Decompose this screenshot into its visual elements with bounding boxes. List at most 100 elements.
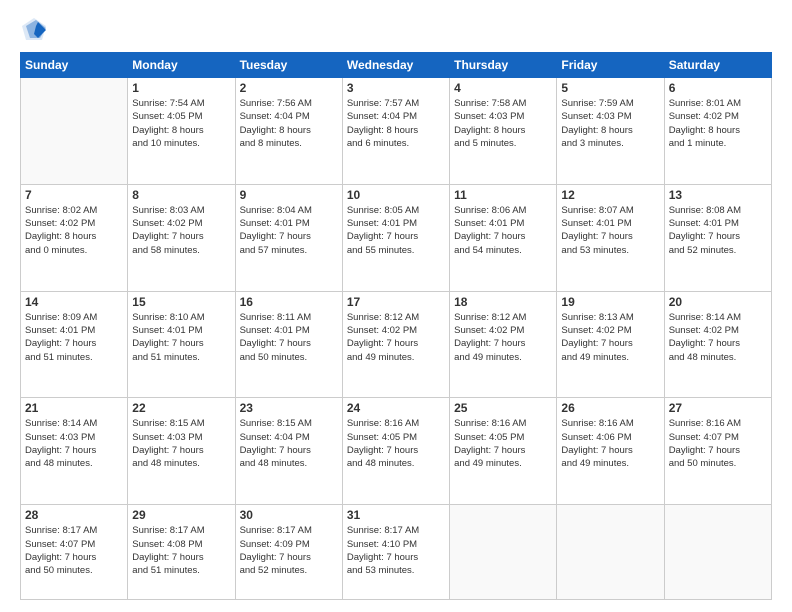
- day-info: Sunrise: 7:56 AMSunset: 4:04 PMDaylight:…: [240, 97, 338, 150]
- day-number: 19: [561, 295, 659, 309]
- day-number: 14: [25, 295, 123, 309]
- day-number: 25: [454, 401, 552, 415]
- day-info: Sunrise: 7:59 AMSunset: 4:03 PMDaylight:…: [561, 97, 659, 150]
- day-number: 7: [25, 188, 123, 202]
- calendar-cell: 28 Sunrise: 8:17 AMSunset: 4:07 PMDayligh…: [21, 505, 128, 600]
- calendar-cell: 15 Sunrise: 8:10 AMSunset: 4:01 PMDayligh…: [128, 291, 235, 398]
- day-number: 5: [561, 81, 659, 95]
- calendar-cell: 30Sunrise: 8:17 AMSunset: 4:09 PMDayligh…: [235, 505, 342, 600]
- weekday-sunday: Sunday: [21, 53, 128, 78]
- calendar-cell: 13 Sunrise: 8:08 AMSunset: 4:01 PMDayligh…: [664, 184, 771, 291]
- calendar-cell: 16 Sunrise: 8:11 AMSunset: 4:01 PMDayligh…: [235, 291, 342, 398]
- day-number: 1: [132, 81, 230, 95]
- day-info: Sunrise: 8:12 AMSunset: 4:02 PMDaylight:…: [347, 311, 445, 364]
- day-info: Sunrise: 8:09 AMSunset: 4:01 PMDaylight:…: [25, 311, 123, 364]
- week-row-3: 14 Sunrise: 8:09 AMSunset: 4:01 PMDayligh…: [21, 291, 772, 398]
- day-info: Sunrise: 7:54 AMSunset: 4:05 PMDaylight:…: [132, 97, 230, 150]
- calendar-cell: [450, 505, 557, 600]
- calendar-cell: 4 Sunrise: 7:58 AMSunset: 4:03 PMDaylight…: [450, 78, 557, 185]
- calendar-cell: 3Sunrise: 7:57 AMSunset: 4:04 PMDaylight…: [342, 78, 449, 185]
- day-info: Sunrise: 8:05 AMSunset: 4:01 PMDaylight:…: [347, 204, 445, 257]
- day-number: 28: [25, 508, 123, 522]
- weekday-wednesday: Wednesday: [342, 53, 449, 78]
- header: [20, 16, 772, 44]
- day-number: 20: [669, 295, 767, 309]
- calendar-page: SundayMondayTuesdayWednesdayThursdayFrid…: [0, 0, 792, 612]
- week-row-5: 28 Sunrise: 8:17 AMSunset: 4:07 PMDayligh…: [21, 505, 772, 600]
- weekday-friday: Friday: [557, 53, 664, 78]
- day-info: Sunrise: 8:17 AMSunset: 4:08 PMDaylight:…: [132, 524, 230, 577]
- day-info: Sunrise: 8:17 AMSunset: 4:07 PMDaylight:…: [25, 524, 123, 577]
- day-number: 3: [347, 81, 445, 95]
- calendar-cell: 1 Sunrise: 7:54 AMSunset: 4:05 PMDaylight…: [128, 78, 235, 185]
- day-number: 10: [347, 188, 445, 202]
- week-row-2: 7 Sunrise: 8:02 AMSunset: 4:02 PMDaylight…: [21, 184, 772, 291]
- calendar-cell: 22 Sunrise: 8:15 AMSunset: 4:03 PMDayligh…: [128, 398, 235, 505]
- day-info: Sunrise: 8:16 AMSunset: 4:06 PMDaylight:…: [561, 417, 659, 470]
- calendar-cell: [664, 505, 771, 600]
- day-number: 27: [669, 401, 767, 415]
- day-number: 15: [132, 295, 230, 309]
- day-number: 13: [669, 188, 767, 202]
- day-number: 22: [132, 401, 230, 415]
- weekday-header-row: SundayMondayTuesdayWednesdayThursdayFrid…: [21, 53, 772, 78]
- day-info: Sunrise: 8:14 AMSunset: 4:03 PMDaylight:…: [25, 417, 123, 470]
- weekday-monday: Monday: [128, 53, 235, 78]
- calendar-cell: 5 Sunrise: 7:59 AMSunset: 4:03 PMDaylight…: [557, 78, 664, 185]
- day-info: Sunrise: 8:15 AMSunset: 4:03 PMDaylight:…: [132, 417, 230, 470]
- calendar-cell: 18 Sunrise: 8:12 AMSunset: 4:02 PMDayligh…: [450, 291, 557, 398]
- day-number: 31: [347, 508, 445, 522]
- day-number: 23: [240, 401, 338, 415]
- calendar-cell: 25Sunrise: 8:16 AMSunset: 4:05 PMDayligh…: [450, 398, 557, 505]
- weekday-tuesday: Tuesday: [235, 53, 342, 78]
- calendar-cell: 19 Sunrise: 8:13 AMSunset: 4:02 PMDayligh…: [557, 291, 664, 398]
- calendar-cell: 9Sunrise: 8:04 AMSunset: 4:01 PMDaylight…: [235, 184, 342, 291]
- week-row-4: 21Sunrise: 8:14 AMSunset: 4:03 PMDayligh…: [21, 398, 772, 505]
- day-info: Sunrise: 8:08 AMSunset: 4:01 PMDaylight:…: [669, 204, 767, 257]
- weekday-saturday: Saturday: [664, 53, 771, 78]
- day-number: 17: [347, 295, 445, 309]
- day-number: 4: [454, 81, 552, 95]
- calendar-table: SundayMondayTuesdayWednesdayThursdayFrid…: [20, 52, 772, 600]
- day-info: Sunrise: 8:17 AMSunset: 4:10 PMDaylight:…: [347, 524, 445, 577]
- day-info: Sunrise: 8:03 AMSunset: 4:02 PMDaylight:…: [132, 204, 230, 257]
- day-number: 26: [561, 401, 659, 415]
- week-row-1: 1 Sunrise: 7:54 AMSunset: 4:05 PMDaylight…: [21, 78, 772, 185]
- calendar-cell: 2Sunrise: 7:56 AMSunset: 4:04 PMDaylight…: [235, 78, 342, 185]
- day-info: Sunrise: 8:15 AMSunset: 4:04 PMDaylight:…: [240, 417, 338, 470]
- day-info: Sunrise: 8:13 AMSunset: 4:02 PMDaylight:…: [561, 311, 659, 364]
- day-number: 9: [240, 188, 338, 202]
- logo: [20, 16, 52, 44]
- day-number: 24: [347, 401, 445, 415]
- day-info: Sunrise: 7:58 AMSunset: 4:03 PMDaylight:…: [454, 97, 552, 150]
- day-number: 18: [454, 295, 552, 309]
- calendar-cell: 20Sunrise: 8:14 AMSunset: 4:02 PMDayligh…: [664, 291, 771, 398]
- day-info: Sunrise: 8:16 AMSunset: 4:07 PMDaylight:…: [669, 417, 767, 470]
- calendar-cell: 17 Sunrise: 8:12 AMSunset: 4:02 PMDayligh…: [342, 291, 449, 398]
- weekday-thursday: Thursday: [450, 53, 557, 78]
- day-info: Sunrise: 8:10 AMSunset: 4:01 PMDaylight:…: [132, 311, 230, 364]
- day-info: Sunrise: 8:11 AMSunset: 4:01 PMDaylight:…: [240, 311, 338, 364]
- calendar-cell: 6 Sunrise: 8:01 AMSunset: 4:02 PMDaylight…: [664, 78, 771, 185]
- day-info: Sunrise: 8:01 AMSunset: 4:02 PMDaylight:…: [669, 97, 767, 150]
- calendar-cell: 27 Sunrise: 8:16 AMSunset: 4:07 PMDayligh…: [664, 398, 771, 505]
- calendar-cell: 11Sunrise: 8:06 AMSunset: 4:01 PMDayligh…: [450, 184, 557, 291]
- day-info: Sunrise: 8:02 AMSunset: 4:02 PMDaylight:…: [25, 204, 123, 257]
- calendar-cell: 31 Sunrise: 8:17 AMSunset: 4:10 PMDayligh…: [342, 505, 449, 600]
- day-number: 30: [240, 508, 338, 522]
- calendar-cell: 10 Sunrise: 8:05 AMSunset: 4:01 PMDayligh…: [342, 184, 449, 291]
- day-number: 12: [561, 188, 659, 202]
- day-info: Sunrise: 8:12 AMSunset: 4:02 PMDaylight:…: [454, 311, 552, 364]
- day-info: Sunrise: 8:16 AMSunset: 4:05 PMDaylight:…: [347, 417, 445, 470]
- day-number: 11: [454, 188, 552, 202]
- calendar-cell: 23 Sunrise: 8:15 AMSunset: 4:04 PMDayligh…: [235, 398, 342, 505]
- day-number: 6: [669, 81, 767, 95]
- calendar-cell: 7 Sunrise: 8:02 AMSunset: 4:02 PMDaylight…: [21, 184, 128, 291]
- calendar-cell: 8Sunrise: 8:03 AMSunset: 4:02 PMDaylight…: [128, 184, 235, 291]
- calendar-cell: 26 Sunrise: 8:16 AMSunset: 4:06 PMDayligh…: [557, 398, 664, 505]
- calendar-cell: 29Sunrise: 8:17 AMSunset: 4:08 PMDayligh…: [128, 505, 235, 600]
- day-number: 16: [240, 295, 338, 309]
- calendar-cell: 14 Sunrise: 8:09 AMSunset: 4:01 PMDayligh…: [21, 291, 128, 398]
- day-info: Sunrise: 8:07 AMSunset: 4:01 PMDaylight:…: [561, 204, 659, 257]
- calendar-cell: 24 Sunrise: 8:16 AMSunset: 4:05 PMDayligh…: [342, 398, 449, 505]
